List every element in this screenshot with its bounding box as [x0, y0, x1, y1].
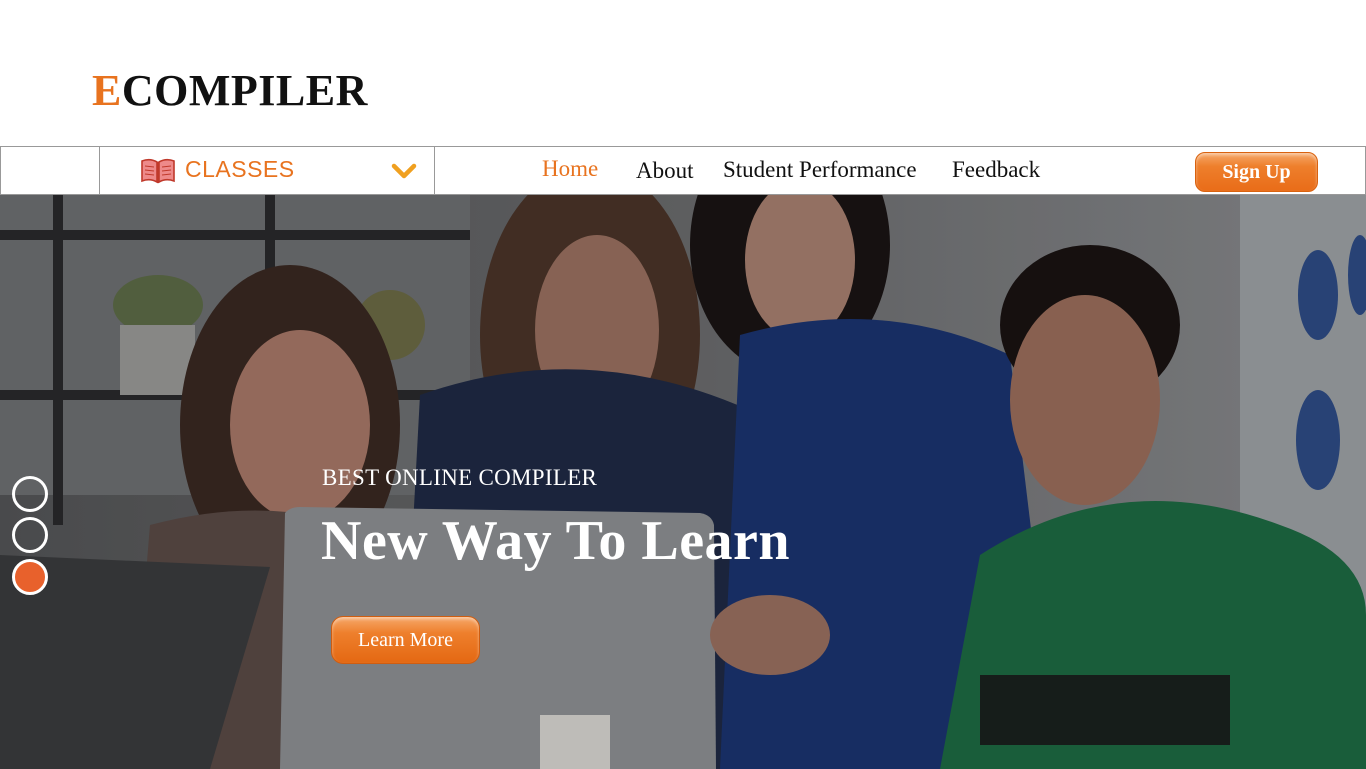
- nav-about[interactable]: About: [636, 158, 694, 184]
- slide-indicator-1[interactable]: [12, 476, 48, 512]
- chevron-down-icon[interactable]: [391, 162, 417, 180]
- hero-banner: BEST ONLINE COMPILER New Way To Learn Le…: [0, 195, 1366, 769]
- hero-overlay: [0, 195, 1366, 769]
- header: ECOMPILER: [0, 0, 1366, 147]
- slide-indicator-2[interactable]: [12, 517, 48, 553]
- signup-button[interactable]: Sign Up: [1195, 152, 1318, 192]
- learn-more-button[interactable]: Learn More: [331, 616, 480, 664]
- nav-student-performance[interactable]: Student Performance: [723, 157, 917, 183]
- logo-text: COMPILER: [121, 66, 368, 115]
- site-logo[interactable]: ECOMPILER: [92, 66, 368, 116]
- main-navbar: CLASSES Home About Student Performance F…: [0, 146, 1366, 195]
- slide-indicator-3-active[interactable]: [12, 559, 48, 595]
- nav-home[interactable]: Home: [542, 156, 598, 182]
- book-icon: [141, 158, 175, 184]
- nav-feedback[interactable]: Feedback: [952, 157, 1040, 183]
- classes-dropdown[interactable]: CLASSES: [99, 146, 435, 195]
- hero-title: New Way To Learn: [321, 510, 791, 572]
- logo-accent-letter: E: [92, 66, 122, 115]
- hero-subtitle: BEST ONLINE COMPILER: [322, 465, 598, 490]
- classes-label: CLASSES: [185, 156, 295, 182]
